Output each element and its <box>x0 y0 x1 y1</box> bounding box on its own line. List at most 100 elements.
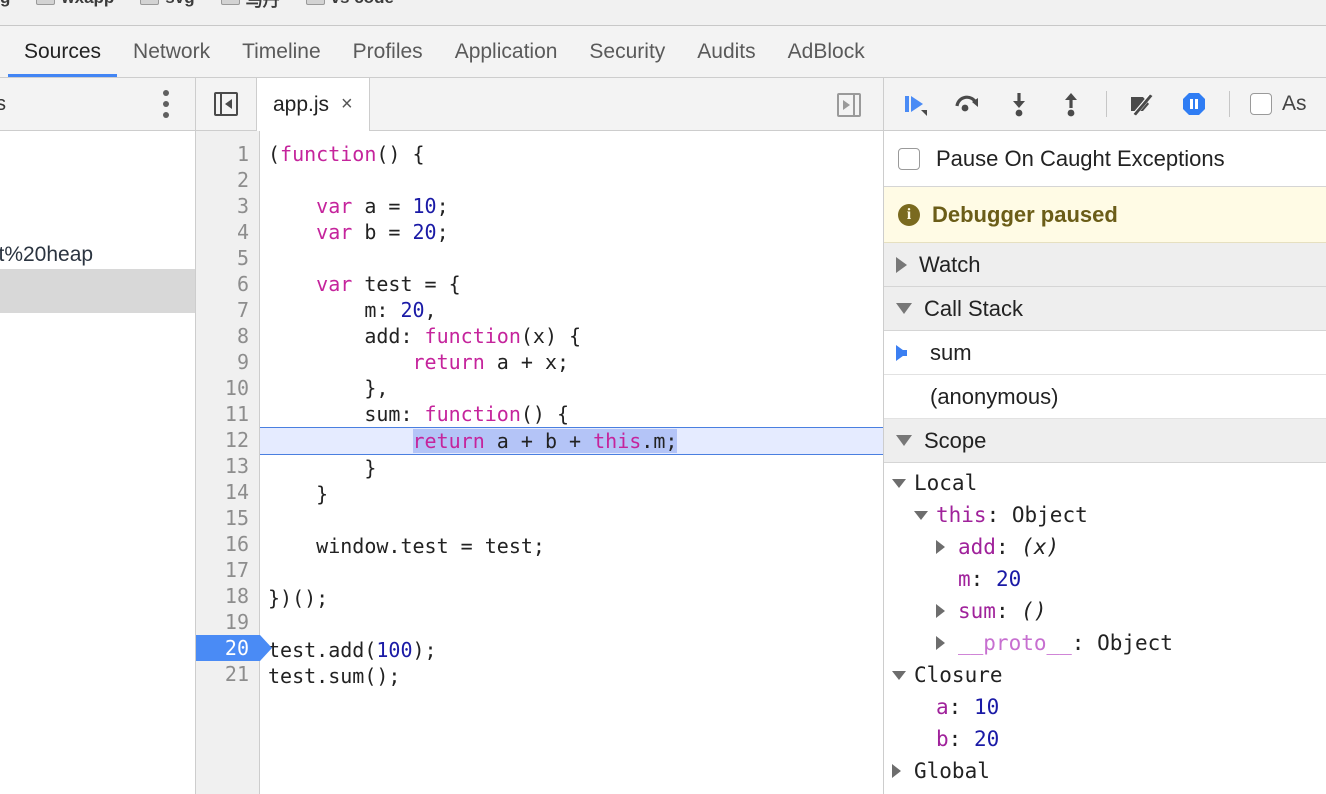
deactivate-breakpoints-icon[interactable] <box>1125 87 1159 121</box>
bookmark-item[interactable]: wxapp <box>36 0 114 8</box>
code-line[interactable] <box>268 167 883 193</box>
line-number[interactable]: 9 <box>196 349 259 375</box>
line-number[interactable]: 11 <box>196 401 259 427</box>
code-line[interactable]: } <box>268 481 883 507</box>
execution-highlight-line[interactable]: return a + b + this.m; <box>260 427 883 455</box>
code-line[interactable]: return a + x; <box>268 349 883 375</box>
scope-node[interactable]: Global <box>884 755 1326 787</box>
line-number[interactable]: 14 <box>196 479 259 505</box>
bookmark-item[interactable]: g <box>0 0 10 8</box>
code-line[interactable]: }, <box>268 375 883 401</box>
line-number[interactable]: 3 <box>196 193 259 219</box>
line-number[interactable]: 10 <box>196 375 259 401</box>
editor-panel: app.js × 1 2 3 4 5 6 7 8 9 10 11 12 13 14 15 16 17 18 19 20… <box>196 78 884 794</box>
line-number-gutter[interactable]: 1 2 3 4 5 6 7 8 9 10 11 12 13 14 15 16 17 18 19 20 21 <box>196 131 272 794</box>
scope-node[interactable]: b: 20 <box>884 723 1326 755</box>
watch-section-header[interactable]: Watch <box>884 243 1326 287</box>
line-number[interactable]: 15 <box>196 505 259 531</box>
line-number[interactable]: 19 <box>196 609 259 635</box>
line-number[interactable]: 12 <box>196 427 259 453</box>
code-line[interactable]: })(); <box>268 585 883 611</box>
scope-node[interactable]: m: 20 <box>884 563 1326 595</box>
code-line[interactable]: add: function(x) { <box>268 323 883 349</box>
scope-separator: : <box>1071 631 1098 655</box>
navigator-panel: s st%20heap <box>0 78 196 794</box>
code-line[interactable] <box>268 507 883 533</box>
scope-node[interactable]: sum: () <box>884 595 1326 627</box>
scope-node[interactable]: this: Object <box>884 499 1326 531</box>
tab-network[interactable]: Network <box>117 26 226 77</box>
line-number[interactable]: 17 <box>196 557 259 583</box>
code-editor[interactable]: 1 2 3 4 5 6 7 8 9 10 11 12 13 14 15 16 17 18 19 20 21 (funct… <box>196 131 883 794</box>
code-line[interactable]: sum: function() { <box>268 401 883 427</box>
code-line[interactable]: var a = 10; <box>268 193 883 219</box>
resume-script-execution-icon[interactable] <box>898 87 932 121</box>
scope-node[interactable]: Local <box>884 467 1326 499</box>
scope-node[interactable]: __proto__: Object <box>884 627 1326 659</box>
line-number[interactable]: 2 <box>196 167 259 193</box>
tab-adblock[interactable]: AdBlock <box>772 26 881 77</box>
line-number[interactable]: 18 <box>196 583 259 609</box>
line-number[interactable]: 7 <box>196 297 259 323</box>
more-options-icon[interactable] <box>163 90 169 118</box>
debugger-paused-text: Debugger paused <box>932 201 1118 227</box>
call-stack-frame[interactable]: sum <box>884 331 1326 375</box>
line-number[interactable]: 16 <box>196 531 259 557</box>
tab-sources[interactable]: Sources <box>8 26 118 77</box>
scope-node[interactable]: Closure <box>884 659 1326 691</box>
tab-profiles[interactable]: Profiles <box>337 26 439 77</box>
step-over-next-function-call-icon[interactable] <box>950 87 984 121</box>
line-number[interactable]: 6 <box>196 271 259 297</box>
async-checkbox-group[interactable]: As <box>1250 92 1307 116</box>
close-icon[interactable]: × <box>341 93 353 116</box>
code-line[interactable]: test.add(100); <box>268 637 883 663</box>
line-number[interactable]: 8 <box>196 323 259 349</box>
line-number[interactable]: 4 <box>196 219 259 245</box>
breakpoint-marker[interactable]: 20 <box>196 635 272 661</box>
show-navigator-icon[interactable] <box>196 78 256 130</box>
navigator-selected-item[interactable] <box>0 269 195 313</box>
code-line[interactable]: m: 20, <box>268 297 883 323</box>
bookmark-item[interactable]: svg <box>140 0 195 8</box>
scope-section-header[interactable]: Scope <box>884 419 1326 463</box>
line-number[interactable]: 21 <box>196 661 259 687</box>
toolbar-divider-2 <box>1229 91 1230 117</box>
devtools-window: g wxapp svg 马丹 vs code SourcesNetworkTimelin… <box>0 0 1326 794</box>
async-checkbox[interactable] <box>1250 93 1272 115</box>
bookmark-item[interactable]: vs code <box>305 0 394 8</box>
line-number[interactable]: 1 <box>196 141 259 167</box>
chevron-right-icon <box>936 636 958 650</box>
pause-on-exceptions-icon[interactable] <box>1177 87 1211 121</box>
tab-audits[interactable]: Audits <box>681 26 771 77</box>
code-line[interactable]: window.test = test; <box>268 533 883 559</box>
navigator-url-item[interactable]: st%20heap <box>0 241 195 269</box>
toolbar-divider <box>1106 91 1107 117</box>
code-line[interactable]: var b = 20; <box>268 219 883 245</box>
code-line[interactable]: } <box>268 455 883 481</box>
code-token: return <box>412 429 485 453</box>
bookmark-item[interactable]: 马丹 <box>220 0 280 11</box>
pause-on-caught-exceptions-checkbox[interactable] <box>898 147 920 170</box>
line-number[interactable]: 5 <box>196 245 259 271</box>
file-tab-app-js[interactable]: app.js × <box>256 78 370 131</box>
code-line[interactable]: (function() { <box>268 141 883 167</box>
pause-on-caught-exceptions-row[interactable]: Pause On Caught Exceptions <box>884 131 1326 187</box>
code-line[interactable] <box>268 245 883 271</box>
show-debugger-icon[interactable] <box>819 78 879 131</box>
call-stack-frame[interactable]: (anonymous) <box>884 375 1326 419</box>
code-line[interactable] <box>268 611 883 637</box>
scope-node[interactable]: a: 10 <box>884 691 1326 723</box>
code-content[interactable]: (function() { var a = 10; var b = 20; va… <box>260 131 883 794</box>
code-line[interactable]: var test = { <box>268 271 883 297</box>
call-stack-section-header[interactable]: Call Stack <box>884 287 1326 331</box>
tab-security[interactable]: Security <box>573 26 681 77</box>
tab-timeline[interactable]: Timeline <box>226 26 337 77</box>
tab-application[interactable]: Application <box>439 26 574 77</box>
step-into-next-function-call-icon[interactable] <box>1002 87 1036 121</box>
code-line[interactable] <box>268 559 883 585</box>
scope-node[interactable]: add: (x) <box>884 531 1326 563</box>
line-number[interactable]: 13 <box>196 453 259 479</box>
code-line[interactable]: test.sum(); <box>268 663 883 689</box>
step-out-of-current-function-icon[interactable] <box>1054 87 1088 121</box>
